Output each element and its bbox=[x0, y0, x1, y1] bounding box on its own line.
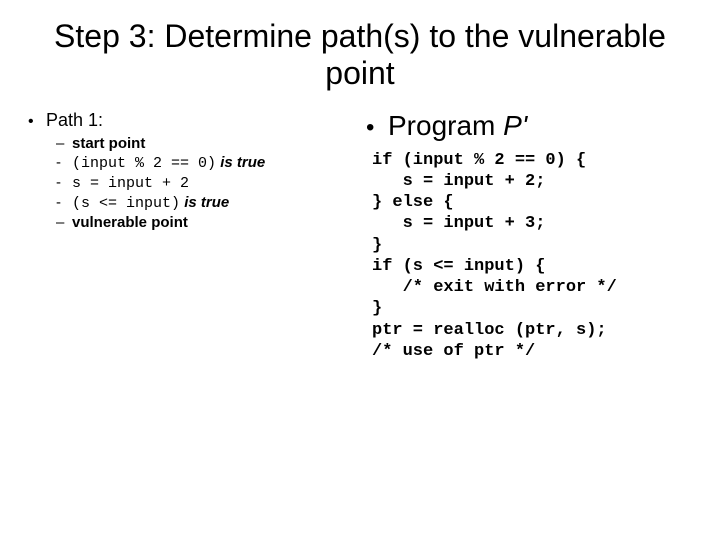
bullet-dot-icon bbox=[28, 113, 46, 131]
path-item: - s = input + 2 bbox=[56, 174, 350, 192]
path-item-text: vulnerable point bbox=[72, 214, 188, 231]
program-code-block: if (input % 2 == 0) { s = input + 2; } e… bbox=[372, 150, 692, 363]
dash-icon: – bbox=[56, 135, 72, 152]
path-item-code: s = input + 2 bbox=[72, 175, 189, 192]
path-item-code: (input % 2 == 0) bbox=[72, 155, 216, 172]
content-columns: Path 1: – start point - (input % 2 == 0)… bbox=[0, 110, 720, 363]
left-column: Path 1: – start point - (input % 2 == 0)… bbox=[28, 110, 360, 363]
path-item: – vulnerable point bbox=[56, 214, 350, 231]
path-item: – start point bbox=[56, 135, 350, 152]
right-column: Program P' if (input % 2 == 0) { s = inp… bbox=[360, 110, 692, 363]
slide-title: Step 3: Determine path(s) to the vulnera… bbox=[40, 18, 680, 92]
program-header-bullet: Program P' bbox=[366, 110, 692, 142]
path-item: - (s <= input) is true bbox=[56, 194, 350, 212]
path-item-note: is true bbox=[216, 154, 265, 171]
program-header-prime: P' bbox=[503, 110, 527, 141]
path-header-bullet: Path 1: bbox=[28, 110, 350, 131]
path-item-code: (s <= input) bbox=[72, 195, 180, 212]
path-item: - (input % 2 == 0) is true bbox=[56, 154, 350, 172]
path-item-text: start point bbox=[72, 135, 145, 152]
dash-icon: - bbox=[56, 194, 72, 211]
program-header-text: Program bbox=[388, 110, 503, 141]
dash-icon: – bbox=[56, 214, 72, 231]
dash-icon: - bbox=[56, 174, 72, 191]
bullet-dot-icon bbox=[366, 114, 388, 142]
dash-icon: - bbox=[56, 154, 72, 171]
path-header-text: Path 1: bbox=[46, 110, 103, 131]
slide: Step 3: Determine path(s) to the vulnera… bbox=[0, 18, 720, 558]
path-item-note: is true bbox=[180, 194, 229, 211]
